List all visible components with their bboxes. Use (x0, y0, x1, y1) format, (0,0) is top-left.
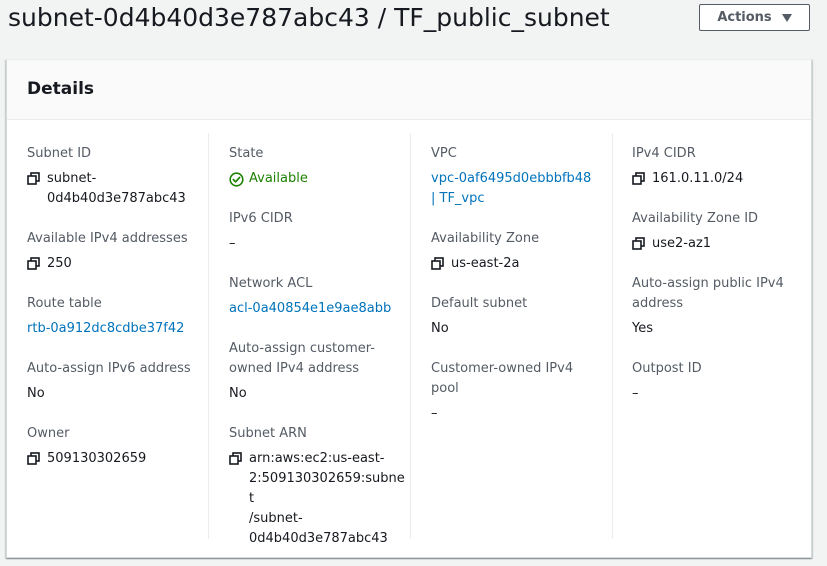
field-state: State Available (229, 144, 405, 189)
field-label: Available IPv4 addresses (27, 231, 188, 246)
copy-icon[interactable] (431, 257, 444, 270)
field-auto-assign-customer-owned: Auto-assign customer- owned IPv4 address… (229, 339, 405, 404)
copy-icon[interactable] (229, 452, 242, 465)
field-label: Network ACL (229, 276, 313, 291)
field-ipv4-cidr: IPv4 CIDR 161.0.11.0/24 (632, 144, 808, 189)
field-available-ipv4: Available IPv4 addresses 250 (27, 229, 203, 274)
field-label: Auto-assign IPv6 address (27, 361, 191, 376)
vpc-link[interactable]: vpc-0af6495d0ebbbfb48 | TF_vpc (431, 169, 591, 209)
field-label: Subnet ARN (229, 426, 307, 441)
field-value: 161.0.11.0/24 (652, 171, 744, 186)
details-column-3: VPC vpc-0af6495d0ebbbfb48 | TF_vpc Avail… (431, 133, 613, 539)
field-network-acl: Network ACL acl-0a40854e1e9ae8abb (229, 274, 405, 319)
details-column-1: Subnet ID subnet- 0d4b40d3e787abc43 Avai… (27, 133, 209, 539)
state-value: Available (249, 171, 308, 186)
actions-button[interactable]: Actions (699, 4, 810, 31)
field-value: Yes (632, 321, 653, 336)
field-ipv6-cidr: IPv6 CIDR – (229, 209, 405, 254)
caret-down-icon (781, 14, 792, 22)
copy-icon[interactable] (632, 237, 645, 250)
field-auto-assign-public-ipv4: Auto-assign public IPv4 address Yes (632, 274, 808, 339)
field-label: Subnet ID (27, 146, 92, 161)
details-column-2: State Available IPv6 CIDR – Network ACL (229, 133, 411, 546)
field-outpost-id: Outpost ID – (632, 359, 808, 404)
copy-icon[interactable] (27, 172, 40, 185)
field-auto-assign-ipv6: Auto-assign IPv6 address No (27, 359, 203, 404)
field-value: No (431, 321, 449, 336)
details-panel-title: Details (27, 79, 95, 99)
field-label: Default subnet (431, 296, 528, 311)
field-availability-zone: Availability Zone us-east-2a (431, 229, 607, 274)
field-label: VPC (431, 146, 457, 161)
field-value: use2-az1 (652, 236, 712, 251)
field-default-subnet: Default subnet No (431, 294, 607, 339)
field-value: arn:aws:ec2:us-east- 2:509130302659:subn… (249, 451, 405, 546)
field-availability-zone-id: Availability Zone ID use2-az1 (632, 209, 808, 254)
check-circle-icon (229, 172, 244, 187)
field-label: Auto-assign customer- owned IPv4 address (229, 341, 375, 376)
field-customer-owned-ipv4-pool: Customer-owned IPv4 pool – (431, 359, 607, 424)
field-value: – (229, 236, 236, 251)
route-table-link[interactable]: rtb-0a912dc8cdbe37f42 (27, 319, 184, 339)
field-vpc: VPC vpc-0af6495d0ebbbfb48 | TF_vpc (431, 144, 607, 209)
field-value: No (229, 386, 247, 401)
copy-icon[interactable] (27, 452, 40, 465)
network-acl-link[interactable]: acl-0a40854e1e9ae8abb (229, 299, 391, 319)
field-value: us-east-2a (451, 256, 520, 271)
field-value: No (27, 386, 45, 401)
details-columns: Subnet ID subnet- 0d4b40d3e787abc43 Avai… (7, 133, 811, 546)
details-column-4: IPv4 CIDR 161.0.11.0/24 Availability Zon… (632, 133, 807, 539)
field-value: – (632, 386, 639, 401)
details-panel-header: Details (7, 60, 811, 120)
field-value: – (431, 406, 438, 421)
field-label: Customer-owned IPv4 pool (431, 361, 574, 396)
field-subnet-id: Subnet ID subnet- 0d4b40d3e787abc43 (27, 144, 203, 209)
field-label: Availability Zone (431, 231, 540, 246)
details-panel: Details Subnet ID subnet- 0d4b40d3e787ab… (6, 59, 812, 558)
field-label: IPv6 CIDR (229, 211, 293, 226)
field-label: Availability Zone ID (632, 211, 759, 226)
field-owner: Owner 509130302659 (27, 424, 203, 469)
field-label: State (229, 146, 264, 161)
field-value: 250 (47, 256, 72, 271)
page-title: subnet-0d4b40d3e787abc43 / TF_public_sub… (8, 3, 610, 32)
actions-button-label: Actions (717, 10, 772, 25)
copy-icon[interactable] (632, 172, 645, 185)
copy-icon[interactable] (27, 257, 40, 270)
field-value: subnet- 0d4b40d3e787abc43 (47, 171, 186, 206)
field-label: IPv4 CIDR (632, 146, 696, 161)
field-label: Route table (27, 296, 102, 311)
field-label: Outpost ID (632, 361, 702, 376)
field-label: Owner (27, 426, 70, 441)
field-label: Auto-assign public IPv4 address (632, 276, 784, 311)
field-value: 509130302659 (47, 451, 147, 466)
field-subnet-arn: Subnet ARN arn:aws:ec2:us-east- 2:509130… (229, 424, 405, 549)
field-route-table: Route table rtb-0a912dc8cdbe37f42 (27, 294, 203, 339)
